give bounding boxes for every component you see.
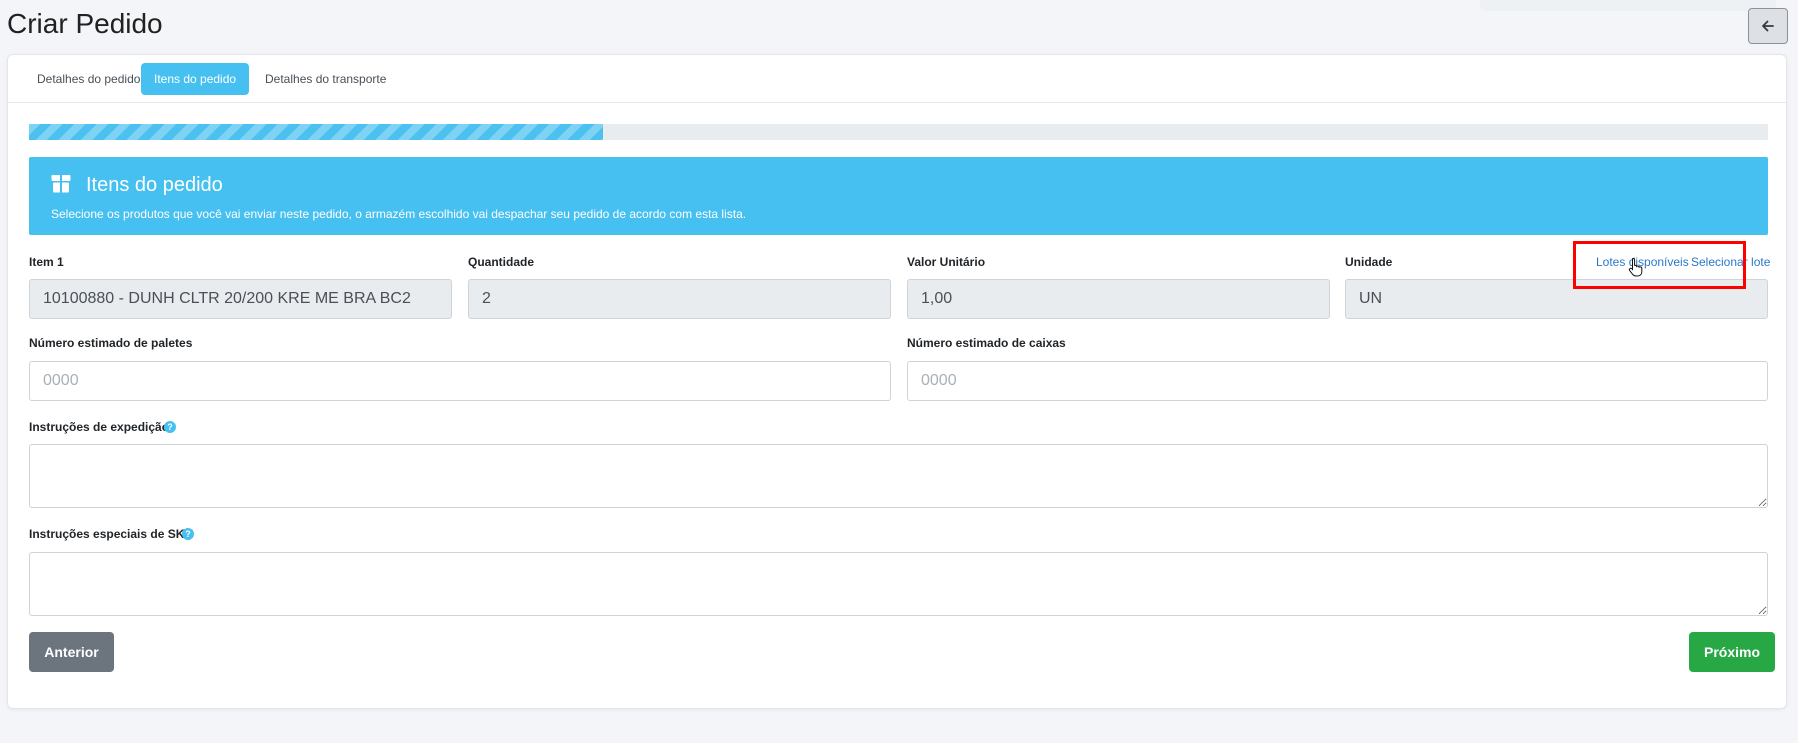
quantity-label: Quantidade [468,255,535,269]
quantity-field[interactable]: 2 [468,279,891,319]
sku-instructions-label: Instruções especiais de SKU [29,527,194,541]
hand-cursor-icon [1628,257,1643,277]
arrow-left-icon [1762,20,1774,32]
tab-order-details[interactable]: Detalhes do pedido [24,63,153,95]
shipping-instructions-textarea[interactable] [29,444,1768,508]
progress-bar [29,124,1768,140]
page-title: Criar Pedido [7,8,163,39]
boxes-label: Número estimado de caixas [907,336,1066,350]
item-label: Item 1 [29,255,64,269]
back-button[interactable] [1748,8,1788,44]
tab-bar: Detalhes do pedido Itens do pedido Detal… [8,55,1786,103]
unit-price-label: Valor Unitário [907,255,986,269]
pallets-input[interactable] [29,361,891,401]
top-faint-panel [1480,0,1776,11]
highlight-box [1573,241,1746,289]
question-circle-icon[interactable]: ? [182,528,194,540]
pallets-label: Número estimado de paletes [29,336,193,350]
unit-price-field[interactable]: 1,00 [907,279,1330,319]
next-button[interactable]: Próximo [1689,632,1775,672]
banner-title: Itens do pedido [86,174,223,196]
order-card: Detalhes do pedido Itens do pedido Detal… [7,54,1787,709]
progress-bar-fill [29,124,603,140]
shipping-instructions-label: Instruções de expedição [29,420,170,434]
boxes-input[interactable] [907,361,1768,401]
item-field[interactable]: 10100880 - DUNH CLTR 20/200 KRE ME BRA B… [29,279,452,319]
info-banner: Itens do pedido Selecione os produtos qu… [29,157,1768,235]
unit-label: Unidade [1345,255,1393,269]
tab-transport-details[interactable]: Detalhes do transporte [252,63,399,95]
box-icon [51,175,71,193]
previous-button[interactable]: Anterior [29,632,114,672]
question-circle-icon[interactable]: ? [164,421,176,433]
tab-order-items[interactable]: Itens do pedido [141,63,250,95]
banner-subtitle: Selecione os produtos que você vai envia… [51,207,747,221]
sku-instructions-textarea[interactable] [29,552,1768,616]
